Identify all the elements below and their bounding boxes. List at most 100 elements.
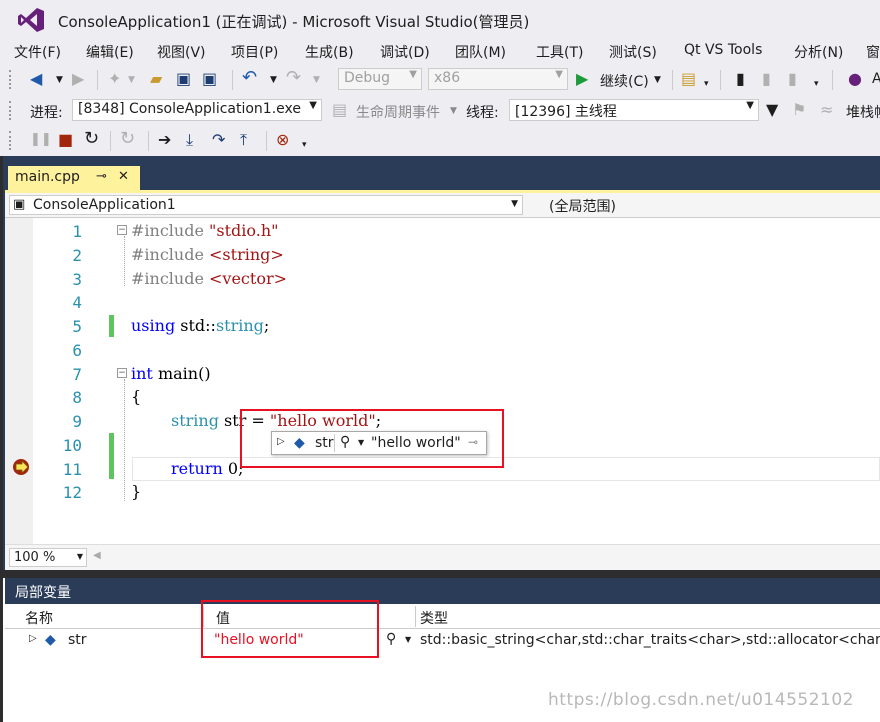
save-icon[interactable]: ▣ — [176, 70, 191, 88]
show-next-statement-icon[interactable]: ➔ — [158, 131, 171, 149]
undo-icon[interactable]: ↶ — [242, 69, 257, 87]
dropdown-arrow-icon[interactable]: ▼ — [128, 71, 135, 89]
next-bookmark-icon[interactable]: ▮ — [788, 70, 797, 88]
expand-icon[interactable]: ▷ — [277, 436, 285, 447]
find-in-files-icon[interactable]: ▤ — [681, 70, 696, 88]
thread-select[interactable]: [12396] 主线程 ▼ — [509, 99, 759, 121]
menu-file[interactable]: 文件(F) — [14, 42, 61, 62]
break-all-icon[interactable]: ❚❚ — [30, 131, 52, 149]
breakpoint-next-statement-icon[interactable] — [12, 458, 32, 476]
restart-icon[interactable]: ↻ — [84, 130, 99, 148]
scope-select[interactable]: (全局范围) — [523, 195, 880, 215]
continue-button[interactable]: 继续(C) — [600, 71, 649, 91]
menu-test[interactable]: 测试(S) — [609, 42, 657, 62]
forward-icon[interactable]: ▶ — [72, 70, 84, 88]
redo-icon[interactable]: ↷ — [286, 69, 301, 87]
menu-window[interactable]: 窗 — [866, 42, 880, 62]
column-name[interactable]: 名称 — [25, 608, 53, 628]
code-line: #include <vector> — [131, 269, 288, 288]
menu-build[interactable]: 生成(B) — [305, 42, 354, 62]
menu-debug[interactable]: 调试(D) — [380, 42, 430, 62]
step-out-icon[interactable]: ⤒ — [240, 131, 247, 149]
step-over-icon[interactable]: ↷ — [212, 131, 225, 149]
collapse-icon[interactable]: − — [117, 368, 127, 378]
solution-config-select[interactable]: Debug ▼ — [338, 68, 422, 90]
magnifier-icon[interactable]: ⚲ — [386, 631, 396, 647]
column-type[interactable]: 类型 — [420, 608, 448, 628]
tab-main-cpp[interactable]: main.cpp ⊸ ✕ — [8, 166, 140, 191]
pin-icon[interactable]: ⊸ — [96, 169, 107, 184]
chevron-down-icon: ▼ — [76, 552, 83, 561]
separator — [266, 131, 267, 151]
change-bar — [109, 433, 114, 479]
navigation-bar: ▣ ConsoleApplication1 ▼ (全局范围) — [5, 193, 880, 218]
close-icon[interactable]: ✕ — [118, 169, 129, 184]
toolbar-grip[interactable] — [9, 70, 13, 89]
breakpoints-icon[interactable]: ⊗ — [276, 131, 289, 149]
lightbulb-icon[interactable]: ● — [848, 70, 862, 88]
column-divider[interactable] — [415, 606, 416, 627]
back-icon[interactable]: ◀ — [30, 70, 42, 88]
save-all-icon[interactable]: ▣ — [202, 70, 217, 88]
locals-title: 局部变量 — [5, 578, 880, 604]
pin-icon[interactable]: ⊸ — [468, 435, 478, 449]
menu-edit[interactable]: 编辑(E) — [86, 42, 134, 62]
overflow-icon[interactable]: ▾ — [814, 75, 819, 93]
separator — [720, 70, 721, 90]
new-item-icon[interactable]: ✦ — [108, 70, 121, 88]
line-number: 5 — [72, 317, 82, 336]
menu-view[interactable]: 视图(V) — [157, 42, 206, 62]
datatip[interactable]: ▷ ◆ str ⚲ ▼ "hello world" ⊸ — [271, 431, 487, 455]
open-folder-icon[interactable]: ▰ — [150, 70, 162, 88]
flag-threads-icon[interactable]: ⚑ — [792, 101, 806, 119]
menu-analyze[interactable]: 分析(N) — [794, 42, 843, 62]
line-number: 9 — [72, 412, 82, 431]
locals-column-header: 名称 值 类型 — [5, 604, 880, 629]
code-line: using std::string; — [131, 316, 270, 335]
dropdown-arrow-icon[interactable]: ▼ — [56, 71, 63, 89]
dropdown-arrow-icon[interactable]: ▼ — [654, 71, 661, 89]
toolbar-grip[interactable] — [9, 101, 13, 120]
debug-toolbar: ❚❚ ■ ↻ ↻ ➔ ⤓ ↷ ⤒ ⊗ ▾ — [0, 126, 880, 156]
dropdown-arrow-icon[interactable]: ▼ — [313, 71, 320, 89]
expand-icon[interactable]: ▷ — [29, 633, 37, 644]
toolbar-grip[interactable] — [9, 131, 13, 150]
play-icon[interactable]: ▶ — [576, 70, 588, 88]
platform-select[interactable]: x86 ▼ — [428, 68, 568, 90]
step-into-icon[interactable]: ⤓ — [186, 131, 193, 149]
visual-studio-logo-icon — [18, 8, 44, 32]
indicator-margin[interactable] — [5, 218, 33, 544]
hot-reload-icon[interactable]: ↻ — [120, 130, 135, 148]
filter-icon[interactable]: ▼ — [766, 101, 778, 119]
dropdown-arrow-icon[interactable]: ▼ — [450, 102, 457, 120]
menu-tools[interactable]: 工具(T) — [536, 42, 583, 62]
process-select[interactable]: [8348] ConsoleApplication1.exe ▼ — [72, 99, 322, 121]
magnifier-icon[interactable]: ⚲ — [340, 434, 350, 450]
overflow-icon[interactable]: ▾ — [704, 75, 709, 93]
title-bar: ConsoleApplication1 (正在调试) - Microsoft V… — [0, 0, 880, 40]
menu-project[interactable]: 项目(P) — [231, 42, 278, 62]
bookmark-icon[interactable]: ▮ — [736, 70, 745, 88]
zoom-select[interactable]: 100 % ▼ — [9, 548, 87, 567]
dropdown-arrow-icon[interactable]: ▼ — [358, 438, 364, 447]
toolbar-truncated-label: A — [872, 71, 880, 87]
dropdown-arrow-icon[interactable]: ▼ — [270, 71, 277, 89]
code-line: return 0; — [171, 459, 244, 478]
scroll-left-icon[interactable]: ◀ — [93, 550, 101, 561]
chevron-down-icon: ▼ — [309, 100, 317, 111]
lifecycle-icon[interactable]: ▤ — [332, 101, 347, 119]
menu-qt-vs-tools[interactable]: Qt VS Tools — [684, 42, 762, 58]
collapse-icon[interactable]: − — [117, 225, 127, 235]
stop-icon[interactable]: ■ — [58, 131, 73, 149]
locals-row[interactable]: ▷ ◆ str "hello world" ⚲ ▼ std::basic_str… — [5, 629, 880, 653]
merge-icon[interactable]: ≈ — [820, 101, 833, 119]
line-number: 1 — [72, 222, 82, 241]
datatip-value[interactable]: "hello world" — [371, 435, 461, 451]
project-select[interactable]: ▣ ConsoleApplication1 ▼ — [9, 195, 523, 215]
lifecycle-events-button[interactable]: 生命周期事件 — [356, 102, 440, 122]
watermark: https://blog.csdn.net/u014552102 — [548, 690, 854, 710]
overflow-icon[interactable]: ▾ — [302, 136, 307, 154]
prev-bookmark-icon[interactable]: ▮ — [762, 70, 771, 88]
dropdown-arrow-icon[interactable]: ▼ — [405, 635, 411, 644]
menu-team[interactable]: 团队(M) — [455, 42, 506, 62]
